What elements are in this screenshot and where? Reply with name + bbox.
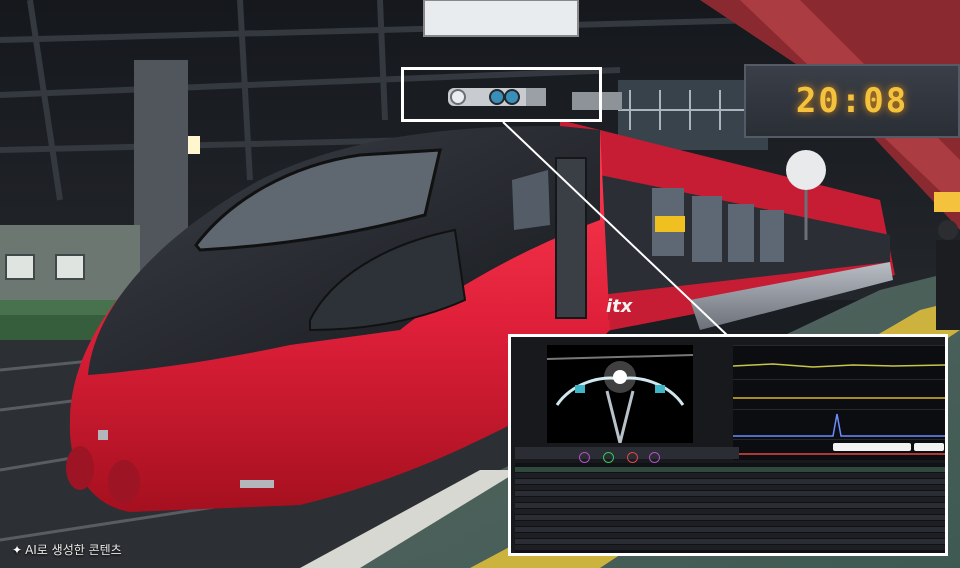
table-row: [515, 503, 945, 508]
ai-generated-caption: ✦ AI로 생성한 콘텐츠: [12, 540, 122, 560]
alert-confirm-button[interactable]: [914, 443, 944, 451]
waveform-graph-3: [733, 409, 945, 440]
roof-equipment-highlight: [401, 67, 602, 122]
table-row: [515, 509, 945, 514]
train-brand-label: itx: [606, 296, 633, 317]
pantograph-camera-view: [547, 345, 693, 443]
photo-scene: 20:08 itx ✦ AI로 생성한 콘텐츠: [0, 0, 960, 568]
table-row: [515, 473, 945, 478]
alert-message-box: [833, 443, 911, 451]
table-row: [515, 515, 945, 520]
clock-time: 20:08: [795, 81, 909, 121]
table-row: [515, 491, 945, 496]
waveform-graph-1: [733, 345, 945, 380]
table-row: [515, 545, 945, 550]
station-clock: 20:08: [744, 64, 960, 138]
table-row: [515, 497, 945, 502]
table-row: [515, 527, 945, 532]
table-row: [515, 467, 945, 472]
monitoring-software-inset: [508, 334, 948, 556]
stop-button[interactable]: [627, 452, 638, 463]
table-row: [515, 479, 945, 484]
caption-text: AI로 생성한 콘텐츠: [25, 543, 122, 557]
forward-button[interactable]: [649, 452, 660, 463]
waveform-graph-2: [733, 379, 945, 410]
table-row: [515, 521, 945, 526]
table-row: [515, 539, 945, 544]
play-button[interactable]: [603, 452, 614, 463]
table-row: [515, 485, 945, 490]
rewind-button[interactable]: [579, 452, 590, 463]
table-row: [515, 533, 945, 538]
sparkle-icon: ✦: [12, 543, 23, 557]
measurement-table: [515, 463, 945, 553]
